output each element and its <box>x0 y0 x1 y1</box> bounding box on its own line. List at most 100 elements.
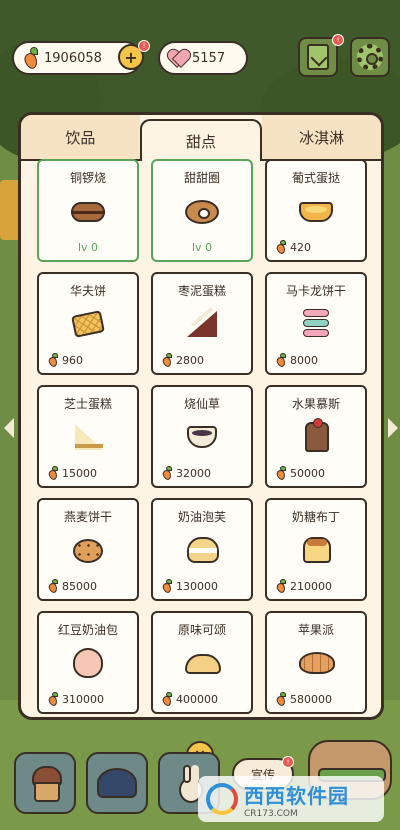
gear-icon <box>357 44 383 70</box>
dessert-name: 原味可颂 <box>177 623 226 637</box>
dessert-price: 210000 <box>275 579 332 595</box>
dessert-price: 85000 <box>47 579 97 595</box>
dessert-price: 580000 <box>275 692 332 708</box>
watermark-sub-text: CR173.COM <box>244 808 298 819</box>
fruit-mousse-icon <box>291 418 341 454</box>
cheesecake-icon <box>63 420 113 454</box>
dessert-price-value: 400000 <box>176 692 218 706</box>
menu-cake-button[interactable] <box>14 752 76 814</box>
cream-puff-icon <box>177 533 227 567</box>
dessert-price: 2800 <box>161 353 204 369</box>
tab-ice-cream[interactable]: 冰淇淋 <box>262 115 382 161</box>
dessert-price-value: 32000 <box>176 466 211 480</box>
dessert-card[interactable]: 红豆奶油包 310000 <box>37 611 139 714</box>
carrot-icon <box>275 466 287 482</box>
cupcake-icon <box>30 766 62 802</box>
dessert-price: 32000 <box>161 466 211 482</box>
dessert-price-value: 8000 <box>290 353 318 367</box>
carrot-icon <box>275 579 287 595</box>
dessert-card[interactable]: 甜甜圈 lv 0 <box>151 159 253 262</box>
dessert-name: 枣泥蛋糕 <box>177 284 226 298</box>
dessert-price-value: 310000 <box>62 692 104 706</box>
croissant-icon <box>177 646 227 680</box>
dessert-name: 水果慕斯 <box>291 397 340 411</box>
dessert-card[interactable]: 铜锣烧 lv 0 <box>37 159 139 262</box>
dessert-price-value: 130000 <box>176 579 218 593</box>
dessert-price: 130000 <box>161 579 218 595</box>
dessert-card[interactable]: 原味可颂 400000 <box>151 611 253 714</box>
promotion-notification-badge: ! <box>282 756 294 768</box>
oat-cookie-icon <box>63 533 113 567</box>
dorayaki-icon <box>63 194 113 228</box>
dessert-name: 燕麦饼干 <box>63 510 112 524</box>
dessert-name: 甜甜圈 <box>183 171 220 185</box>
tab-drinks[interactable]: 饮品 <box>21 115 140 161</box>
table-icon <box>97 768 137 798</box>
carrot-icon <box>22 47 40 71</box>
dessert-price: 310000 <box>47 692 104 708</box>
dessert-price-value: 960 <box>62 353 83 367</box>
furniture-table-button[interactable] <box>86 752 148 814</box>
dessert-name: 华夫饼 <box>69 284 106 298</box>
dessert-name: 马卡龙饼干 <box>285 284 346 298</box>
dessert-name: 红豆奶油包 <box>57 623 118 637</box>
carrot-notification-badge: ! <box>138 40 150 52</box>
dessert-card[interactable]: 葡式蛋挞 420 <box>265 159 367 262</box>
dessert-price: 400000 <box>161 692 218 708</box>
dessert-price: 420 <box>275 240 311 256</box>
dessert-card[interactable]: 烧仙草 32000 <box>151 385 253 488</box>
carrot-icon <box>47 466 59 482</box>
ledger-icon <box>307 44 329 70</box>
red-bean-bun-icon <box>63 646 113 680</box>
dessert-card[interactable]: 奶糖布丁 210000 <box>265 498 367 601</box>
watermark-main-text: 西西软件园 <box>244 783 349 808</box>
carrot-icon <box>161 353 173 369</box>
carrot-icon <box>47 692 59 708</box>
pudding-icon <box>291 533 341 567</box>
dessert-price-value: 2800 <box>176 353 204 367</box>
dessert-card[interactable]: 燕麦饼干 85000 <box>37 498 139 601</box>
dessert-price-value: 15000 <box>62 466 97 480</box>
tab-desserts[interactable]: 甜点 <box>139 119 263 161</box>
carrot-icon <box>161 466 173 482</box>
dessert-shop-panel: 饮品 甜点 冰淇淋 铜锣烧 lv 0 甜甜圈 lv 0 葡式蛋挞 420 华夫饼 960 枣泥蛋… <box>18 112 384 720</box>
watermark: 西西软件园 CR173.COM <box>198 776 384 822</box>
grass-jelly-icon <box>177 420 227 454</box>
dessert-card[interactable]: 枣泥蛋糕 2800 <box>151 272 253 375</box>
apple-pie-icon <box>291 646 341 680</box>
egg-tart-icon <box>291 194 341 228</box>
dessert-grid: 铜锣烧 lv 0 甜甜圈 lv 0 葡式蛋挞 420 华夫饼 960 枣泥蛋糕 2800 马卡龙饼干… <box>37 159 367 714</box>
dessert-card[interactable]: 苹果派 580000 <box>265 611 367 714</box>
scroll-right-arrow-icon[interactable] <box>388 418 398 438</box>
dessert-price: 8000 <box>275 353 318 369</box>
dessert-name: 苹果派 <box>297 623 334 637</box>
carrot-icon <box>275 692 287 708</box>
settings-button[interactable] <box>350 37 390 77</box>
heart-icon <box>168 49 188 67</box>
dessert-price-value: 85000 <box>62 579 97 593</box>
date-cake-icon <box>177 307 227 341</box>
dessert-price: 50000 <box>275 466 325 482</box>
dessert-card[interactable]: 水果慕斯 50000 <box>265 385 367 488</box>
carrot-icon <box>275 353 287 369</box>
carrot-icon <box>47 353 59 369</box>
dessert-price-value: 210000 <box>290 579 332 593</box>
dessert-card[interactable]: 马卡龙饼干 8000 <box>265 272 367 375</box>
dessert-name: 铜锣烧 <box>69 171 106 185</box>
dessert-name: 奶油泡芙 <box>177 510 226 524</box>
waffle-icon <box>63 307 113 341</box>
dessert-card[interactable]: 芝士蛋糕 15000 <box>37 385 139 488</box>
carrot-count: 1906058 <box>44 50 102 66</box>
macaron-icon <box>291 307 341 341</box>
scroll-left-arrow-icon[interactable] <box>4 418 14 438</box>
carrot-icon <box>47 579 59 595</box>
carrot-icon <box>161 692 173 708</box>
dessert-card[interactable]: 奶油泡芙 130000 <box>151 498 253 601</box>
dessert-card[interactable]: 华夫饼 960 <box>37 272 139 375</box>
heart-count: 5157 <box>192 50 226 66</box>
dessert-name: 奶糖布丁 <box>291 510 340 524</box>
watermark-logo-icon <box>206 783 238 815</box>
dessert-name: 烧仙草 <box>183 397 220 411</box>
category-tabs: 饮品 甜点 冰淇淋 <box>21 115 382 161</box>
dessert-price-value: 580000 <box>290 692 332 706</box>
